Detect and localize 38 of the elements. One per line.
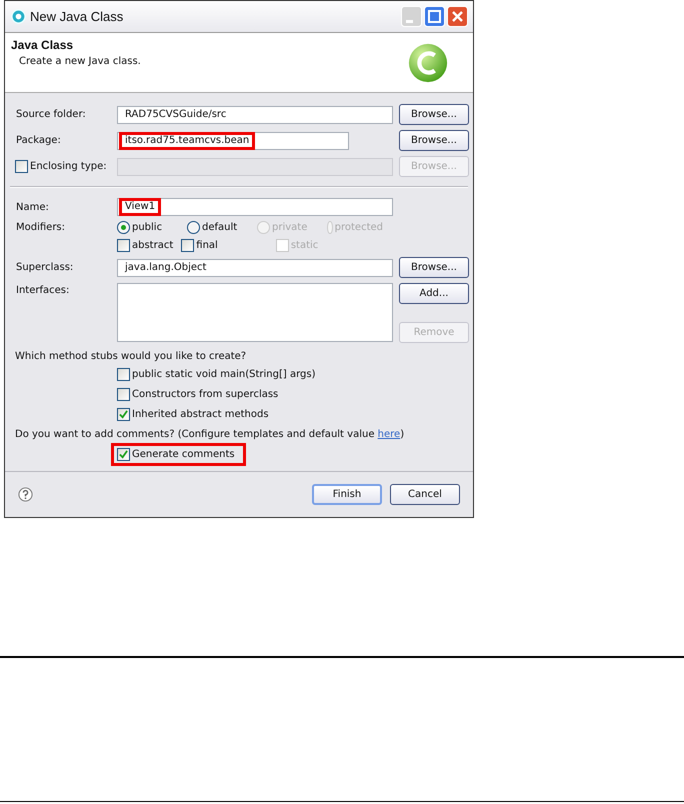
class-icon: [407, 42, 449, 84]
check-icon: [119, 450, 128, 459]
browse-button[interactable]: Browse...: [399, 257, 469, 278]
checkbox[interactable]: abstract: [117, 239, 174, 252]
here-link[interactable]: here: [378, 429, 400, 440]
comments-prompt: Do you want to add comments? (Configure templates and default value here): [15, 429, 406, 440]
field-label: Package:: [15, 135, 62, 146]
checkbox[interactable]: Constructors from superclass: [117, 388, 278, 401]
field-label: Superclass:: [15, 262, 74, 273]
page-description: Create a new Java class.: [19, 56, 141, 67]
app-icon: [11, 9, 26, 24]
checkbox[interactable]: Inherited abstract methods: [117, 408, 269, 421]
dialog-button[interactable]: Finish: [312, 484, 382, 505]
checkbox[interactable]: public static void main(String[] args): [117, 368, 316, 381]
radio-button[interactable]: default: [187, 221, 243, 234]
dialog-button[interactable]: Cancel: [390, 484, 460, 505]
text-field[interactable]: View1: [117, 198, 393, 216]
close-icon[interactable]: [447, 6, 468, 27]
check-icon: [119, 410, 128, 419]
page-title: Java Class: [11, 38, 74, 52]
help-icon[interactable]: [18, 487, 33, 502]
stubs-question: Which method stubs would you like to create?: [15, 351, 248, 362]
browse-button[interactable]: Browse...: [399, 104, 469, 125]
text-field[interactable]: RAD75CVSGuide/src: [117, 106, 393, 124]
text-field[interactable]: itso.rad75.teamcvs.bean: [117, 132, 349, 150]
interfaces-list[interactable]: [117, 283, 393, 342]
checkbox[interactable]: Generate comments: [114, 446, 243, 463]
text-field[interactable]: java.lang.Object: [117, 258, 393, 276]
field-label: Interfaces:: [15, 284, 70, 296]
window-title: New Java Class: [30, 9, 124, 24]
list-button[interactable]: Add...: [399, 283, 469, 304]
browse-button[interactable]: Browse...: [399, 130, 469, 151]
field-label: Source folder:: [15, 109, 87, 120]
radio-button[interactable]: public: [117, 221, 173, 234]
checkbox[interactable]: final: [181, 239, 218, 252]
maximize-icon[interactable]: [424, 6, 445, 27]
field-label: Modifiers:: [15, 222, 66, 233]
field-label: Name:: [15, 202, 50, 212]
